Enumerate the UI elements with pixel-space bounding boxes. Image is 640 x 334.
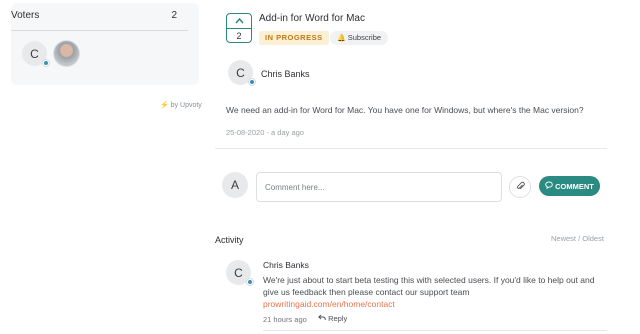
attach-button[interactable]: [509, 176, 531, 198]
comment-avatar[interactable]: C: [226, 260, 254, 286]
voters-divider: [11, 30, 188, 31]
comment-divider: [263, 330, 607, 331]
status-badge: IN PROGRESS: [259, 31, 329, 45]
post-body: We need an add-in for Word for Mac. You …: [226, 105, 584, 115]
activity-title: Activity: [215, 235, 244, 245]
comment-initial: C: [234, 265, 243, 280]
comment-author: Chris Banks: [263, 260, 309, 270]
voter-photo-avatar[interactable]: [53, 40, 80, 67]
reply-button[interactable]: Reply: [318, 314, 347, 323]
powered-by-label: by Upvoty: [170, 102, 202, 109]
comment-link[interactable]: prowritingaid.com/en/home/contact: [263, 299, 395, 309]
comment-text: We're just about to start beta testing t…: [263, 274, 607, 310]
bell-icon: 🔔: [337, 35, 346, 42]
composer-initial: A: [230, 178, 239, 192]
comment-input[interactable]: [256, 172, 502, 202]
powered-by[interactable]: ⚡ by Upvoty: [160, 101, 202, 109]
post-date: 25-08-2020 - a day ago: [226, 128, 304, 137]
chevron-up-icon: [227, 16, 251, 26]
comment-time: 21 hours ago: [263, 315, 307, 324]
subscribe-button[interactable]: 🔔 Subscribe: [330, 31, 389, 45]
voter-badge-icon: [42, 59, 50, 67]
voter-avatar[interactable]: C: [22, 41, 50, 67]
composer-avatar: A: [222, 172, 248, 198]
voters-count: 2: [171, 10, 177, 21]
comment-badge-icon: [246, 278, 254, 286]
comment-body: We're just about to start beta testing t…: [263, 275, 595, 297]
reply-label: Reply: [328, 314, 348, 323]
voters-title: Voters: [11, 10, 40, 21]
paperclip-icon: [516, 181, 525, 193]
author-name: Chris Banks: [261, 69, 310, 79]
author-avatar[interactable]: C: [228, 60, 256, 86]
comment-submit-label: COMMENT: [555, 181, 594, 191]
upvote-button[interactable]: 2: [226, 13, 252, 43]
upvote-separator: [227, 28, 251, 29]
chat-bubble-icon: [545, 181, 553, 191]
upvote-count: 2: [236, 31, 242, 41]
section-divider: [215, 148, 607, 149]
voter-initial: C: [30, 46, 39, 61]
subscribe-label: Subscribe: [347, 33, 382, 42]
post-title: Add-in for Word for Mac: [259, 13, 365, 24]
author-initial: C: [236, 65, 245, 80]
reply-icon: [318, 314, 328, 323]
author-badge-icon: [248, 78, 256, 86]
sort-toggle[interactable]: Newest / Oldest: [551, 234, 604, 243]
voters-header: Voters 2: [11, 10, 177, 21]
comment-submit-button[interactable]: COMMENT: [539, 176, 600, 196]
bolt-icon: ⚡: [160, 102, 169, 109]
